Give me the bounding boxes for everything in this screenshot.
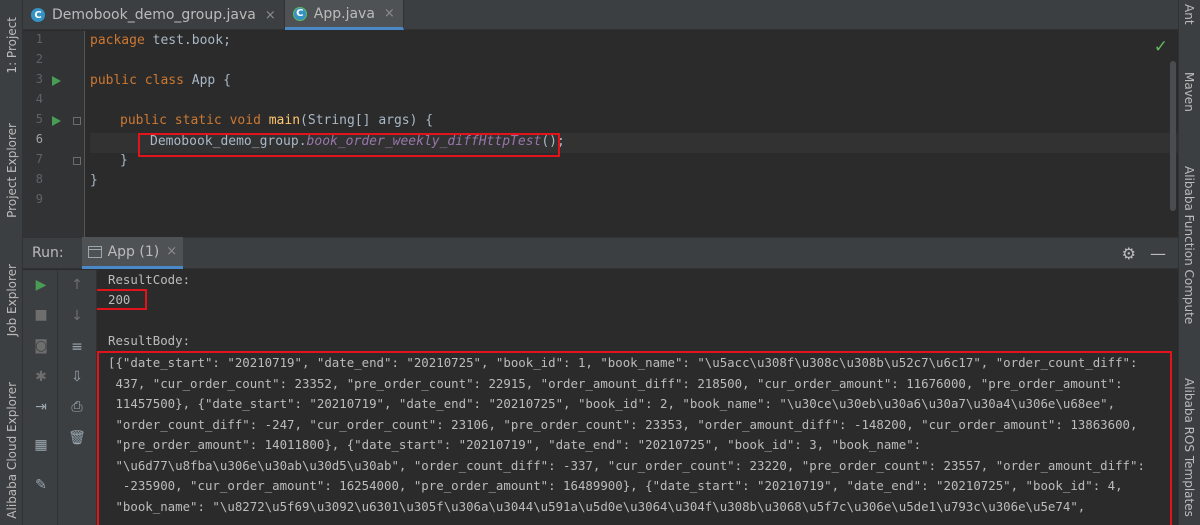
down-arrow-icon[interactable]: ↓ (67, 306, 87, 326)
up-arrow-icon[interactable]: ↑ (67, 275, 87, 295)
camera-icon[interactable]: ◙ (31, 336, 51, 356)
tab-project-explorer-label: Project Explorer (4, 122, 19, 218)
layout-icon[interactable]: ▦ (31, 435, 51, 455)
tab-function-compute[interactable]: Alibaba Function Compute (1178, 166, 1200, 324)
line-number: 7 (35, 152, 43, 166)
run-label: Run: (32, 245, 64, 261)
tab-project-explorer[interactable]: Project Explorer (0, 110, 23, 230)
code-line-8: } (90, 173, 98, 188)
tab-ros-templates[interactable]: Alibaba ROS Templates (1178, 378, 1200, 517)
tab-ant-label: Ant (1182, 4, 1196, 25)
line-number: 1 (35, 32, 43, 46)
result-body-label: ResultBody: (108, 333, 191, 348)
code-line-7: } (120, 153, 128, 168)
minimize-icon[interactable]: — (1150, 244, 1166, 263)
code-area[interactable]: package test.book; public class App { pu… (90, 31, 1178, 237)
tab-ant[interactable]: Ant (1178, 4, 1200, 25)
result-body-line: -235900, "cur_order_amount": 16254000, "… (108, 478, 1123, 493)
line-number: 3 (35, 72, 43, 86)
run-tab-label: App (1) (107, 243, 160, 260)
tab-app[interactable]: C App.java × (284, 0, 404, 30)
console-output[interactable]: ResultCode: 200 ResultBody: [{"date_star… (97, 270, 1178, 525)
code-line-3: public class App { (90, 73, 231, 88)
tab-cloud-explorer[interactable]: Alibaba Cloud Explorer (0, 375, 23, 525)
fold-icon[interactable] (73, 117, 81, 125)
line-number: 4 (35, 92, 43, 106)
fold-icon[interactable] (73, 157, 81, 165)
rerun-icon[interactable]: ▶ (31, 275, 51, 295)
right-tool-strip: Ant Maven Alibaba Function Compute Aliba… (1178, 0, 1200, 525)
code-line-1: package test.book; (90, 33, 231, 48)
run-panel-header: Run: App (1) × ⚙ — (23, 237, 1178, 269)
highlight-box (138, 133, 560, 157)
tab-label: App.java (313, 5, 375, 22)
result-body-line: "book_name": "\u8272\u5f69\u3092\u6301\u… (108, 498, 1086, 514)
left-tool-strip: 1: Project Project Explorer Job Explorer… (0, 0, 23, 525)
tab-job-explorer[interactable]: Job Explorer (0, 250, 23, 350)
result-body-line: [{"date_start": "20210719", "date_end": … (108, 355, 1138, 370)
java-class-icon: C (292, 6, 307, 21)
editor-gutter: 1 2 3 4 5 6 7 8 9 (23, 31, 85, 237)
code-editor[interactable]: 1 2 3 4 5 6 7 8 9 package test.book; pub… (23, 31, 1178, 237)
tab-cloud-explorer-label: Alibaba Cloud Explorer (4, 381, 19, 519)
gear-icon[interactable]: ⚙ (1122, 244, 1136, 263)
print-icon[interactable]: ⎙ (67, 397, 87, 417)
tab-function-compute-label: Alibaba Function Compute (1182, 166, 1196, 325)
line-number: 8 (35, 172, 43, 186)
result-body-line: 11457500}, {"date_start": "20210719", "d… (108, 396, 1116, 411)
tab-label: Demobook_demo_group.java (52, 7, 256, 23)
close-icon[interactable]: × (384, 6, 395, 21)
tab-job-explorer-label: Job Explorer (4, 263, 19, 337)
result-body-line: "pre_order_amount": 14011800}, {"date_st… (108, 437, 922, 452)
line-number: 5 (35, 112, 43, 126)
run-gutter-icon[interactable] (52, 116, 61, 126)
debug-icon[interactable]: ✱ (31, 367, 51, 387)
line-number: 9 (35, 192, 43, 206)
result-body-line: "\u6d77\u8fba\u306e\u30ab\u30d5\u30ab", … (108, 457, 1145, 473)
tab-ros-templates-label: Alibaba ROS Templates (1182, 378, 1196, 517)
highlight-box (97, 289, 147, 310)
editor-scrollbar[interactable] (1170, 61, 1176, 211)
pin-icon[interactable]: ✎ (31, 475, 51, 495)
result-body-line: "order_count_diff": -247, "cur_order_cou… (108, 416, 1138, 432)
soft-wrap-icon[interactable]: ≡ (67, 337, 87, 357)
scroll-to-end-icon[interactable]: ⇩ (67, 367, 87, 387)
console-toolbar: ↑ ↓ ≡ ⇩ ⎙ 🗑 (58, 270, 97, 525)
code-line-5: public static void main(String[] args) { (120, 113, 434, 128)
close-icon[interactable]: × (265, 8, 276, 23)
run-gutter-icon[interactable] (52, 76, 61, 86)
run-toolbar: ▶ ■ ◙ ✱ ⇥ ▦ ✎ (23, 270, 58, 525)
exit-icon[interactable]: ⇥ (31, 397, 51, 417)
check-icon: ✓ (1153, 37, 1168, 57)
java-class-icon: C (31, 8, 45, 22)
editor-tab-bar: C Demobook_demo_group.java × C App.java … (23, 0, 1178, 30)
close-icon[interactable]: × (166, 244, 177, 259)
stop-icon[interactable]: ■ (31, 305, 51, 325)
trash-icon[interactable]: 🗑 (67, 428, 87, 448)
console-icon (87, 245, 102, 258)
result-code-label: ResultCode: (108, 272, 191, 287)
tab-project-label: 1: Project (4, 16, 19, 74)
result-body-line: 437, "cur_order_count": 23352, "pre_orde… (108, 375, 1123, 391)
line-number: 6 (35, 132, 43, 146)
tab-maven-label: Maven (1182, 72, 1196, 112)
tab-project[interactable]: 1: Project (0, 4, 23, 86)
run-tab-app[interactable]: App (1) × (81, 237, 184, 269)
tab-maven[interactable]: Maven (1178, 72, 1200, 112)
line-number: 2 (35, 52, 43, 66)
tab-demobook-demo-group[interactable]: C Demobook_demo_group.java × (23, 0, 285, 30)
